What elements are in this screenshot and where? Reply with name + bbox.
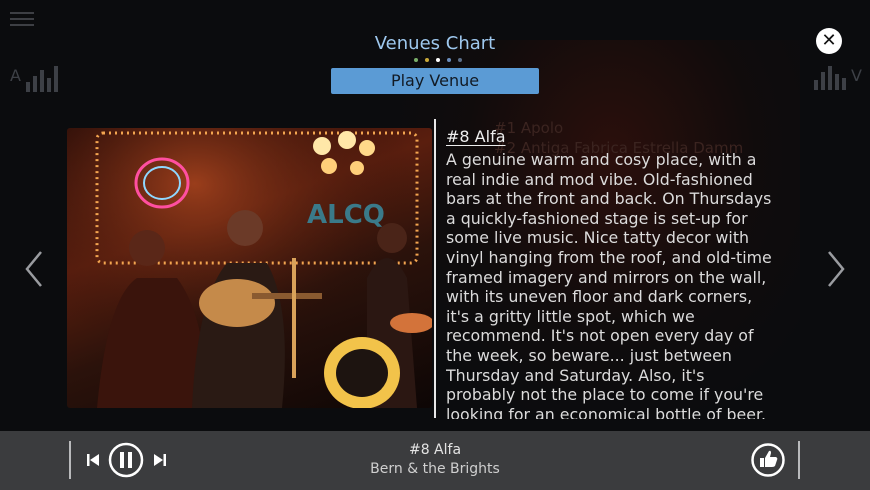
player-divider-right — [798, 441, 800, 479]
background-list-item: #1 Apolo — [494, 119, 564, 137]
page-title: Venues Chart — [374, 33, 496, 54]
now-playing-title: #8 Alfa — [408, 442, 462, 458]
left-level-indicator: A — [10, 66, 58, 92]
venue-description-box[interactable]: A genuine warm and cosy place, with a re… — [446, 150, 800, 419]
venue-description: A genuine warm and cosy place, with a re… — [446, 150, 772, 419]
venue-title[interactable]: #8 Alfa — [446, 127, 506, 146]
player-bar: #8 Alfa Bern & the Brights — [0, 431, 870, 490]
left-level-letter: A — [10, 66, 21, 85]
thumbs-up-icon[interactable] — [751, 443, 785, 477]
venue-photo: ALCQ — [67, 128, 432, 408]
right-level-letter: V — [851, 66, 862, 85]
page-dot[interactable] — [458, 58, 462, 62]
right-level-indicator: V — [814, 66, 862, 90]
page-dot[interactable] — [414, 58, 418, 62]
menu-icon[interactable] — [10, 12, 34, 26]
now-playing-subtitle: Bern & the Brights — [370, 461, 500, 477]
page-indicator-dots — [414, 58, 462, 62]
page-dot[interactable] — [425, 58, 429, 62]
page-dot[interactable] — [447, 58, 451, 62]
page-dot[interactable] — [436, 58, 440, 62]
content-divider — [434, 119, 436, 418]
svg-text:ALCQ: ALCQ — [307, 200, 385, 230]
next-arrow-icon[interactable] — [826, 250, 846, 288]
close-icon[interactable]: ✕ — [816, 28, 842, 54]
play-venue-button[interactable]: Play Venue — [331, 68, 539, 94]
previous-arrow-icon[interactable] — [24, 250, 44, 288]
